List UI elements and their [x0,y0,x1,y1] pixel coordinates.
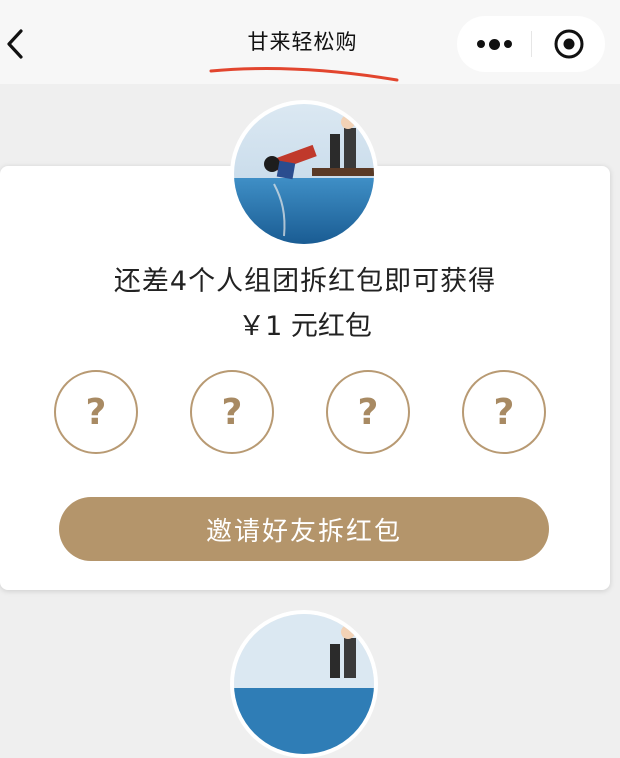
headline-text: 还差4个人组团拆红包即可获得 [113,266,497,297]
member-slot-placeholder: ? [221,391,243,433]
more-dots-icon [475,38,514,50]
member-slot: ? [190,370,274,454]
member-slot: ? [462,370,546,454]
redpacket-amount: ￥1 元红包 [238,311,372,342]
title-annotation-underline [209,66,399,82]
avatar-image [234,614,374,754]
more-button[interactable] [457,16,531,72]
avatar [230,100,378,248]
member-slot: ? [326,370,410,454]
member-slot-placeholder: ? [85,391,107,433]
target-close-icon [554,29,583,59]
back-button[interactable] [0,24,30,64]
nav-bar: 甘来轻松购 [0,0,620,84]
member-slot-placeholder: ? [493,391,515,433]
member-slot-placeholder: ? [357,391,379,433]
next-card-avatar [230,610,378,758]
avatar-image [234,104,374,244]
page-title: 甘来轻松购 [247,30,358,54]
invite-friends-button[interactable]: 邀请好友拆红包 [59,497,549,561]
menu-capsule [457,16,605,72]
close-button[interactable] [532,16,605,72]
chevron-left-icon [7,29,23,59]
member-slot: ? [54,370,138,454]
